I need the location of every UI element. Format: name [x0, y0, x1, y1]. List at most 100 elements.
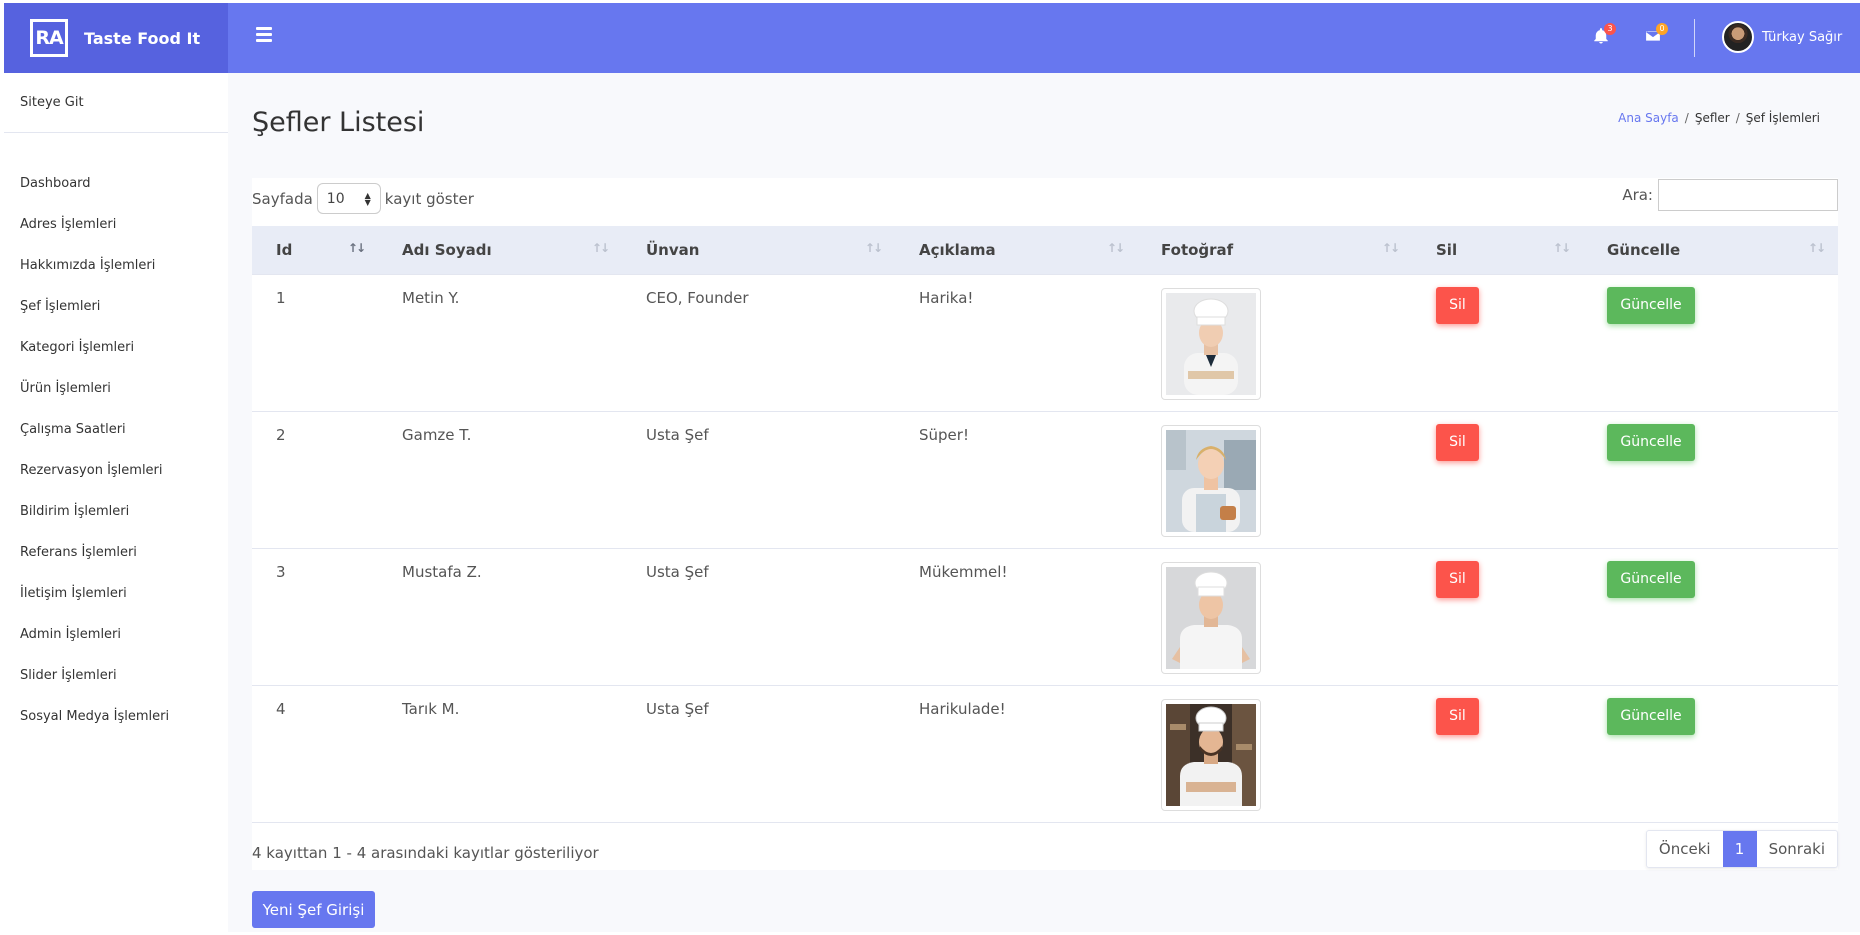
navbar-divider: [1694, 19, 1695, 57]
table-row: 4 Tarık M. Usta Şef Harikulade! Sil Günc…: [252, 685, 1838, 822]
length-suffix: kayıt göster: [384, 189, 474, 208]
table-info: 4 kayıttan 1 - 4 arasındaki kayıtlar gös…: [252, 844, 599, 862]
column-header-photo[interactable]: Fotoğraf ↑↓: [1137, 226, 1412, 275]
delete-button[interactable]: Sil: [1436, 697, 1479, 735]
cell-update: Güncelle: [1583, 274, 1838, 411]
page-length-select[interactable]: 10 ▲ ▼: [316, 183, 381, 214]
cell-delete: Sil: [1412, 274, 1583, 411]
sidebar-item-working-hours[interactable]: Çalışma Saatleri: [4, 409, 228, 450]
select-arrows-icon: ▲ ▼: [364, 190, 371, 207]
cell-name: Metin Y.: [402, 288, 460, 307]
cell-delete: Sil: [1412, 685, 1583, 822]
chefs-table-card: Sayfada 10 ▲ ▼ kayıt göster Ara: Id ↑↓ Adı…: [252, 178, 1838, 870]
length-prefix: Sayfada: [252, 189, 313, 208]
cell-id: 2: [276, 425, 286, 444]
cell-photo: [1137, 411, 1412, 548]
cell-photo: [1137, 685, 1412, 822]
column-header-delete[interactable]: Sil ↑↓: [1412, 226, 1583, 275]
new-chef-button[interactable]: Yeni Şef Girişi: [252, 891, 375, 928]
user-name: Türkay Sağır: [1762, 29, 1843, 45]
column-header-description[interactable]: Açıklama ↑↓: [895, 226, 1137, 275]
cell-photo: [1137, 274, 1412, 411]
update-button[interactable]: Güncelle: [1607, 697, 1695, 735]
table-search: Ara:: [1622, 179, 1838, 211]
sidebar-item-site-link[interactable]: Siteye Git: [4, 73, 228, 133]
sort-icon: ↑↓: [1807, 241, 1826, 255]
update-button[interactable]: Güncelle: [1607, 560, 1695, 598]
brand-name: Taste Food It: [84, 28, 201, 48]
sidebar-item-admin[interactable]: Admin İşlemleri: [4, 614, 228, 655]
cell-name: Tarık M.: [402, 699, 460, 718]
sidebar-item-about[interactable]: Hakkımızda İşlemleri: [4, 245, 228, 286]
message-count-badge: 0: [1656, 23, 1668, 35]
sidebar-item-contact[interactable]: İletişim İşlemleri: [4, 573, 228, 614]
sidebar-item-dashboard[interactable]: Dashboard: [4, 163, 228, 204]
update-button[interactable]: Güncelle: [1607, 286, 1695, 324]
app-window: RA Taste Food It 3 0 Türkay Sağır Siteye…: [4, 3, 1860, 932]
cell-update: Güncelle: [1583, 548, 1838, 685]
sort-icon: ↑↓: [864, 241, 883, 255]
sort-icon: ↑↓: [591, 241, 610, 255]
sidebar-item-references[interactable]: Referans İşlemleri: [4, 532, 228, 573]
cell-description: Harika!: [919, 288, 974, 307]
delete-button[interactable]: Sil: [1436, 286, 1479, 324]
pagination-next[interactable]: Sonraki: [1757, 831, 1837, 867]
pagination: Önceki 1 Sonraki: [1645, 830, 1838, 868]
search-input[interactable]: [1658, 179, 1838, 211]
chef-photo: [1161, 698, 1261, 811]
page-length-value: 10: [326, 190, 345, 207]
table-header-row: Id ↑↓ Adı Soyadı ↑↓ Ünvan ↑↓ Açıklama ↑↓ Fot…: [252, 226, 1838, 275]
top-navbar: RA Taste Food It 3 0 Türkay Sağır: [4, 3, 1860, 73]
user-menu[interactable]: Türkay Sağır: [1722, 21, 1842, 53]
delete-button[interactable]: Sil: [1436, 423, 1479, 461]
pagination-previous[interactable]: Önceki: [1647, 831, 1723, 867]
cell-description: Mükemmel!: [919, 562, 1008, 581]
cell-id: 1: [276, 288, 286, 307]
mail-icon[interactable]: 0: [1644, 23, 1668, 49]
page-length-control: Sayfada 10 ▲ ▼ kayıt göster: [252, 183, 474, 214]
table-row: 3 Mustafa Z. Usta Şef Mükemmel! Sil Günc…: [252, 548, 1838, 685]
sidebar-item-social-media[interactable]: Sosyal Medya İşlemleri: [4, 696, 228, 737]
cell-update: Güncelle: [1583, 685, 1838, 822]
bell-icon[interactable]: 3: [1592, 23, 1616, 49]
sort-icon: ↑↓: [1106, 241, 1125, 255]
notification-count-badge: 3: [1604, 23, 1616, 35]
update-button[interactable]: Güncelle: [1607, 423, 1695, 461]
cell-title: Usta Şef: [646, 562, 709, 581]
breadcrumb-home-link[interactable]: Ana Sayfa: [1618, 111, 1679, 125]
column-header-id[interactable]: Id ↑↓: [252, 226, 378, 275]
sort-icon: ↑↓: [1381, 241, 1400, 255]
breadcrumb-section: Şefler: [1694, 111, 1730, 125]
sidebar: Siteye Git Dashboard Adres İşlemleri Hak…: [4, 73, 228, 932]
sidebar-item-notifications[interactable]: Bildirim İşlemleri: [4, 491, 228, 532]
column-header-update[interactable]: Güncelle ↑↓: [1583, 226, 1838, 275]
sidebar-item-address[interactable]: Adres İşlemleri: [4, 204, 228, 245]
sidebar-item-categories[interactable]: Kategori İşlemleri: [4, 327, 228, 368]
cell-photo: [1137, 548, 1412, 685]
column-header-title[interactable]: Ünvan ↑↓: [622, 226, 895, 275]
table-row: 2 Gamze T. Usta Şef Süper! Sil Güncelle: [252, 411, 1838, 548]
cell-id: 4: [276, 699, 286, 718]
cell-title: Usta Şef: [646, 425, 709, 444]
delete-button[interactable]: Sil: [1436, 560, 1479, 598]
menu-toggle-icon[interactable]: [256, 27, 272, 43]
cell-description: Harikulade!: [919, 699, 1006, 718]
breadcrumb-current: Şef İşlemleri: [1745, 111, 1820, 125]
chefs-table: Id ↑↓ Adı Soyadı ↑↓ Ünvan ↑↓ Açıklama ↑↓ Fot…: [252, 226, 1838, 823]
sort-asc-icon: ↑↓: [347, 241, 366, 255]
cell-update: Güncelle: [1583, 411, 1838, 548]
breadcrumb: Ana Sayfa / Şefler / Şef İşlemleri: [1618, 111, 1820, 125]
sidebar-item-reservations[interactable]: Rezervasyon İşlemleri: [4, 450, 228, 491]
sidebar-item-chefs[interactable]: Şef İşlemleri: [4, 286, 228, 327]
cell-name: Mustafa Z.: [402, 562, 482, 581]
sidebar-item-slider[interactable]: Slider İşlemleri: [4, 655, 228, 696]
cell-title: CEO, Founder: [646, 288, 749, 307]
column-header-name[interactable]: Adı Soyadı ↑↓: [378, 226, 622, 275]
brand[interactable]: RA Taste Food It: [4, 3, 228, 73]
pagination-page-current[interactable]: 1: [1722, 831, 1757, 867]
cell-title: Usta Şef: [646, 699, 709, 718]
page-title: Şefler Listesi: [252, 107, 425, 138]
chef-photo: [1161, 287, 1261, 400]
sidebar-item-products[interactable]: Ürün İşlemleri: [4, 368, 228, 409]
cell-name: Gamze T.: [402, 425, 472, 444]
